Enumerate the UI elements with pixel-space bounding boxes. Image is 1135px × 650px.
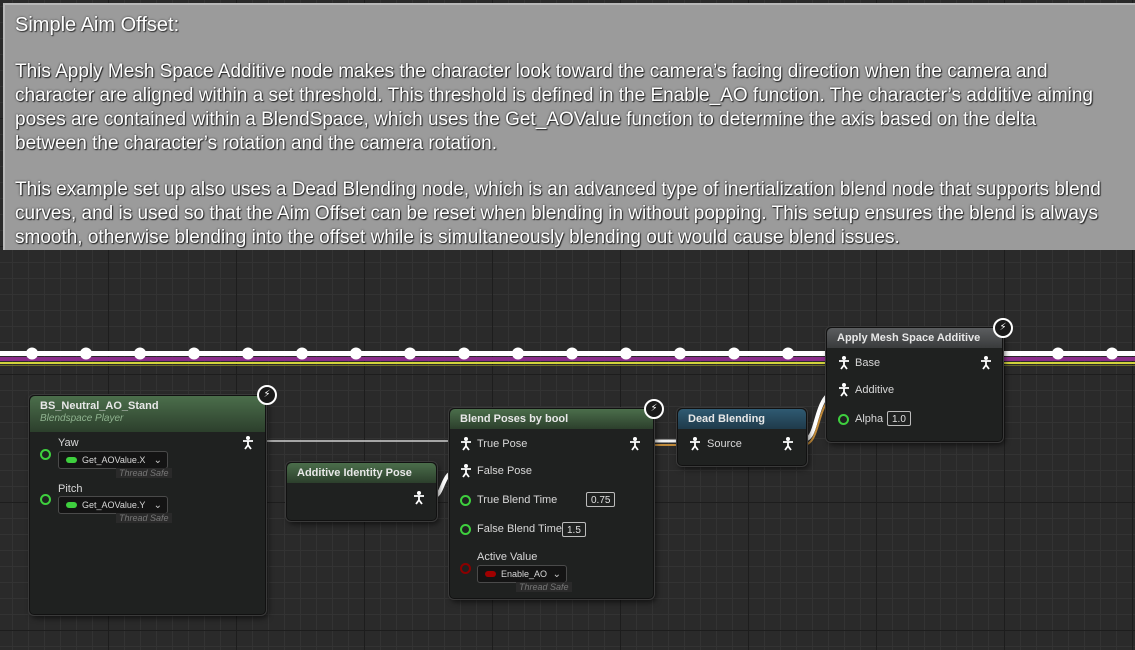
node-header: Dead Blending (678, 409, 806, 429)
pose-input-icon[interactable] (460, 464, 472, 478)
pose-output-icon[interactable] (980, 356, 992, 370)
pose-input-icon[interactable] (689, 437, 701, 451)
false-blend-time-label: False Blend Time (477, 523, 562, 535)
wire-flow-dot (1106, 347, 1118, 360)
pose-output-icon[interactable] (782, 437, 794, 451)
additive-label: Additive (855, 384, 895, 396)
base-label: Base (855, 357, 881, 369)
blendspace-player-node[interactable]: BS_Neutral_AO_Stand Blendspace Player ⚡ … (29, 385, 277, 615)
wire-flow-dot (296, 347, 308, 360)
false-pose-label: False Pose (477, 465, 533, 477)
true-pose-label: True Pose (477, 438, 528, 450)
pose-output-icon[interactable] (629, 437, 641, 451)
wire-flow-dot (620, 347, 632, 360)
true-blend-time-input[interactable]: 0.75 (586, 492, 616, 507)
source-label: Source (707, 438, 742, 450)
node-title: Additive Identity Pose (297, 467, 412, 479)
alpha-input[interactable]: 1.0 (887, 411, 911, 426)
bool-icon (485, 571, 496, 577)
comment-paragraph-1: This Apply Mesh Space Additive node make… (15, 61, 1093, 154)
wire-flow-dot (728, 347, 740, 360)
false-blend-time-input[interactable]: 1.5 (562, 522, 586, 537)
yaw-value-dropdown[interactable]: Get_AOValue.X ⌄ (58, 451, 168, 469)
true-blend-time-pin[interactable] (460, 495, 471, 506)
yaw-label: Yaw (58, 437, 79, 449)
wire-flow-dot (350, 347, 362, 360)
wire-flow-dot (188, 347, 200, 360)
comment-paragraph-2: This example set up also uses a Dead Ble… (15, 179, 1101, 248)
float-icon (66, 502, 77, 508)
node-title: Blend Poses by bool (460, 413, 569, 425)
active-value-dropdown[interactable]: Enable_AO ⌄ (477, 565, 567, 583)
additive-identity-pose-node[interactable]: Additive Identity Pose (286, 462, 437, 521)
wire-flow-dot (674, 347, 686, 360)
thread-safe-label: Thread Safe (516, 582, 572, 592)
lightning-icon: ⚡ (257, 385, 277, 405)
chevron-down-icon: ⌄ (153, 500, 162, 511)
wire-flow-dot (782, 347, 794, 360)
wire-flow-dot (566, 347, 578, 360)
chevron-down-icon: ⌄ (153, 455, 162, 466)
chevron-down-icon: ⌄ (552, 569, 561, 580)
pose-output-icon[interactable] (413, 491, 425, 505)
lightning-icon: ⚡ (644, 399, 664, 419)
wire-flow-dot (404, 347, 416, 360)
comment-title: Simple Aim Offset: (15, 14, 180, 36)
node-title: BS_Neutral_AO_Stand (40, 400, 159, 412)
wire-flow-dot (458, 347, 470, 360)
pitch-label: Pitch (58, 483, 83, 495)
float-icon (66, 457, 77, 463)
pose-input-icon[interactable] (838, 356, 850, 370)
dead-blending-node[interactable]: Dead Blending Source (677, 408, 807, 466)
lightning-icon: ⚡ (993, 318, 1013, 338)
wire-flow-dot (512, 347, 524, 360)
node-header: Additive Identity Pose (287, 463, 436, 483)
pose-input-icon[interactable] (838, 383, 850, 397)
node-title: Dead Blending (688, 413, 766, 425)
thread-safe-label: Thread Safe (116, 513, 172, 523)
yaw-pin[interactable] (40, 449, 51, 460)
alpha-label: Alpha (855, 413, 884, 425)
wire-flow-dot (242, 347, 254, 360)
pose-input-icon[interactable] (460, 437, 472, 451)
node-header: Apply Mesh Space Additive (827, 328, 1002, 348)
wire-flow-dot (134, 347, 146, 360)
pitch-pin[interactable] (40, 494, 51, 505)
pitch-value-dropdown[interactable]: Get_AOValue.Y ⌄ (58, 496, 168, 514)
active-value-pin[interactable] (460, 563, 471, 574)
alpha-pin[interactable] (838, 414, 849, 425)
false-blend-time-pin[interactable] (460, 524, 471, 535)
node-title: Apply Mesh Space Additive (837, 332, 981, 344)
blend-poses-by-bool-node[interactable]: Blend Poses by bool ⚡ True Pose False Po… (449, 399, 664, 599)
wire-flow-dot (26, 347, 38, 360)
pose-output-icon[interactable] (242, 436, 254, 450)
active-value-label: Active Value (477, 551, 538, 563)
thread-safe-label: Thread Safe (116, 468, 172, 478)
node-subtitle: Blendspace Player (40, 413, 124, 424)
true-blend-time-label: True Blend Time (477, 494, 558, 506)
apply-mesh-space-additive-node[interactable]: Apply Mesh Space Additive ⚡ Base Additiv… (826, 318, 1013, 442)
wire-flow-dot (1052, 347, 1064, 360)
wire-flow-dot (80, 347, 92, 360)
comment-box[interactable]: Simple Aim Offset: This Apply Mesh Space… (3, 3, 1135, 250)
node-header: Blend Poses by bool (450, 409, 653, 429)
node-header: BS_Neutral_AO_Stand Blendspace Player (30, 396, 265, 432)
